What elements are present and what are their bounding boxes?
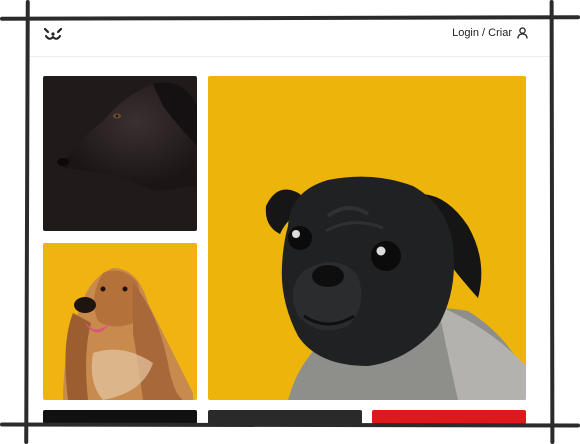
photo-pug[interactable] xyxy=(208,76,526,400)
app-window: Login / Criar xyxy=(0,0,580,444)
dog-face-icon[interactable] xyxy=(43,26,63,44)
photo-red[interactable] xyxy=(372,410,526,424)
photo-afghan-hound[interactable] xyxy=(43,243,197,400)
user-icon xyxy=(517,27,528,39)
frame-line-bottom xyxy=(0,422,580,428)
login-link[interactable]: Login / Criar xyxy=(452,27,528,39)
frame-line-right xyxy=(549,0,555,444)
photo-black-dog[interactable] xyxy=(43,76,197,231)
photo-gray[interactable] xyxy=(208,410,362,424)
login-label: Login / Criar xyxy=(452,27,512,39)
frame-line-left xyxy=(24,0,30,444)
top-header: Login / Criar xyxy=(29,20,550,57)
